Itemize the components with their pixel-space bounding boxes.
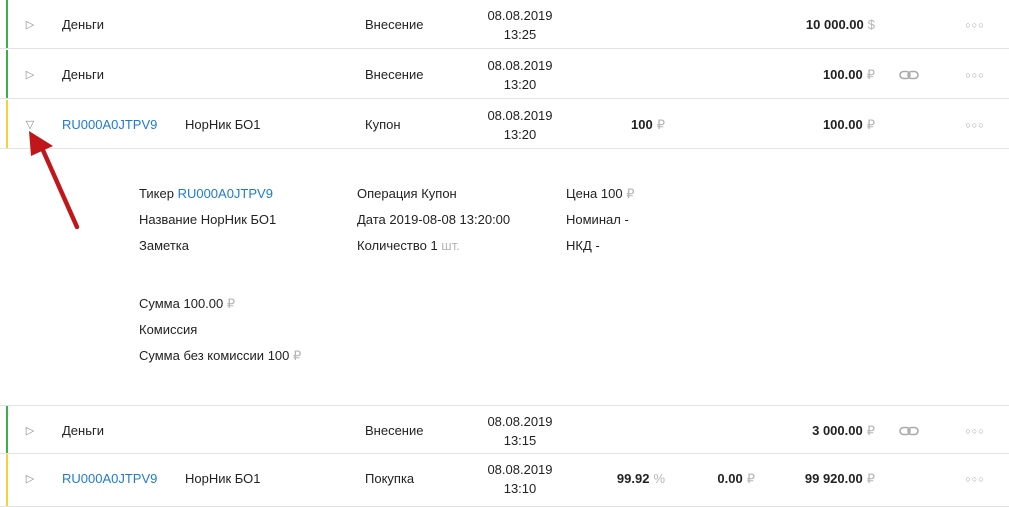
operation-type: Внесение (365, 17, 424, 32)
expand-triangle-icon[interactable]: ▷ (24, 50, 36, 99)
operation-datetime: 08.08.2019 13:10 (470, 454, 570, 503)
sum-value: 99 920.00 (804, 471, 863, 486)
expand-triangle-icon[interactable]: ▷ (24, 454, 36, 503)
detail-quantity: Количество 1 шт. (357, 238, 460, 253)
bond-name: НорНик БО1 (185, 471, 261, 486)
operation-type: Покупка (365, 471, 415, 486)
operation-date: 08.08.2019 (487, 107, 553, 123)
operation-details-panel: Тикер RU000A0JTPV9 Название НорНик БО1 З… (0, 149, 1009, 405)
operation-time: 13:25 (503, 26, 537, 42)
sum-currency: ₽ (866, 470, 875, 486)
operation-time: 13:15 (503, 432, 537, 448)
operation-row[interactable]: ▷ Деньги Внесение 08.08.2019 13:15 3 000… (0, 405, 1009, 454)
bond-name: НорНик БО1 (185, 117, 261, 132)
more-dots-icon[interactable]: ○○○ (962, 50, 988, 99)
operation-date: 08.08.2019 (487, 413, 553, 429)
ticker-link[interactable]: RU000A0JTPV9 (62, 100, 157, 149)
link-icon[interactable] (899, 50, 919, 99)
operation-nkd: 0.00 ₽ (680, 454, 755, 503)
operation-date: 08.08.2019 (487, 57, 553, 73)
price-unit: % (653, 471, 665, 486)
operation-datetime: 08.08.2019 13:20 (470, 50, 570, 99)
detail-operation: Операция Купон (357, 186, 457, 201)
operation-sum: 99 920.00 ₽ (760, 454, 875, 503)
operation-time: 13:10 (503, 480, 537, 496)
detail-nkd: НКД - (566, 238, 600, 253)
operation-row[interactable]: ▽ RU000A0JTPV9 НорНик БО1 Купон 08.08.20… (0, 100, 1009, 149)
sum-value: 10 000.00 (805, 17, 864, 32)
nkd-value: 0.00 (717, 471, 743, 486)
sum-currency: $ (867, 17, 875, 32)
operation-sum: 3 000.00 ₽ (760, 406, 875, 455)
operation-type: Внесение (365, 67, 424, 82)
row-type-stripe (6, 0, 8, 48)
operation-price: 100 ₽ (585, 100, 665, 149)
asset-name: Деньги (62, 67, 104, 82)
operation-datetime: 08.08.2019 13:25 (470, 0, 570, 49)
row-type-stripe (6, 100, 8, 148)
more-dots-icon[interactable]: ○○○ (962, 100, 988, 149)
detail-ticker: Тикер RU000A0JTPV9 (139, 186, 273, 201)
operation-datetime: 08.08.2019 13:20 (470, 100, 570, 149)
price-value: 99.92 (616, 471, 650, 486)
operation-time: 13:20 (503, 126, 537, 142)
operation-type: Внесение (365, 423, 424, 438)
more-dots-icon[interactable]: ○○○ (962, 0, 988, 49)
nkd-currency: ₽ (746, 470, 755, 486)
sum-currency: ₽ (866, 66, 875, 82)
expand-triangle-icon[interactable]: ▷ (24, 0, 36, 49)
detail-sum-no-commission: Сумма без комиссии 100 ₽ (139, 348, 302, 363)
operation-date: 08.08.2019 (487, 7, 553, 23)
detail-note: Заметка (139, 238, 189, 253)
detail-ticker-link[interactable]: RU000A0JTPV9 (178, 186, 273, 201)
more-dots-icon[interactable]: ○○○ (962, 406, 988, 455)
more-dots-icon[interactable]: ○○○ (962, 454, 988, 503)
detail-nominal: Номинал - (566, 212, 629, 227)
operation-row[interactable]: ▷ Деньги Внесение 08.08.2019 13:25 10 00… (0, 0, 1009, 49)
sum-currency: ₽ (866, 116, 875, 132)
link-icon[interactable] (899, 406, 919, 455)
row-type-stripe (6, 454, 8, 506)
detail-sum: Сумма 100.00 ₽ (139, 296, 236, 311)
expand-triangle-icon[interactable]: ▷ (24, 406, 36, 455)
operation-sum: 100.00 ₽ (760, 100, 875, 149)
detail-date: Дата 2019-08-08 13:20:00 (357, 212, 511, 227)
collapse-triangle-icon[interactable]: ▽ (24, 100, 36, 149)
operation-row[interactable]: ▷ RU000A0JTPV9 НорНик БО1 Покупка 08.08.… (0, 454, 1009, 507)
detail-commission: Комиссия (139, 322, 198, 337)
asset-name: Деньги (62, 423, 104, 438)
ticker-link[interactable]: RU000A0JTPV9 (62, 454, 157, 503)
sum-value: 100.00 (822, 67, 863, 82)
sum-value: 3 000.00 (812, 423, 863, 438)
operation-time: 13:20 (503, 76, 537, 92)
detail-price: Цена 100 ₽ (566, 186, 635, 201)
operation-date: 08.08.2019 (487, 461, 553, 477)
row-type-stripe (6, 50, 8, 98)
row-type-stripe (6, 406, 8, 453)
price-value: 100 (631, 117, 653, 132)
operation-type: Купон (365, 117, 401, 132)
operation-row[interactable]: ▷ Деньги Внесение 08.08.2019 13:20 100.0… (0, 50, 1009, 99)
asset-name: Деньги (62, 17, 104, 32)
operation-datetime: 08.08.2019 13:15 (470, 406, 570, 455)
price-currency: ₽ (656, 116, 665, 132)
operation-sum: 100.00 ₽ (760, 50, 875, 99)
sum-currency: ₽ (866, 422, 875, 438)
operation-price: 99.92% (585, 454, 665, 503)
operation-sum: 10 000.00 $ (760, 0, 875, 49)
detail-title: Название НорНик БО1 (139, 212, 277, 227)
sum-value: 100.00 (822, 117, 863, 132)
